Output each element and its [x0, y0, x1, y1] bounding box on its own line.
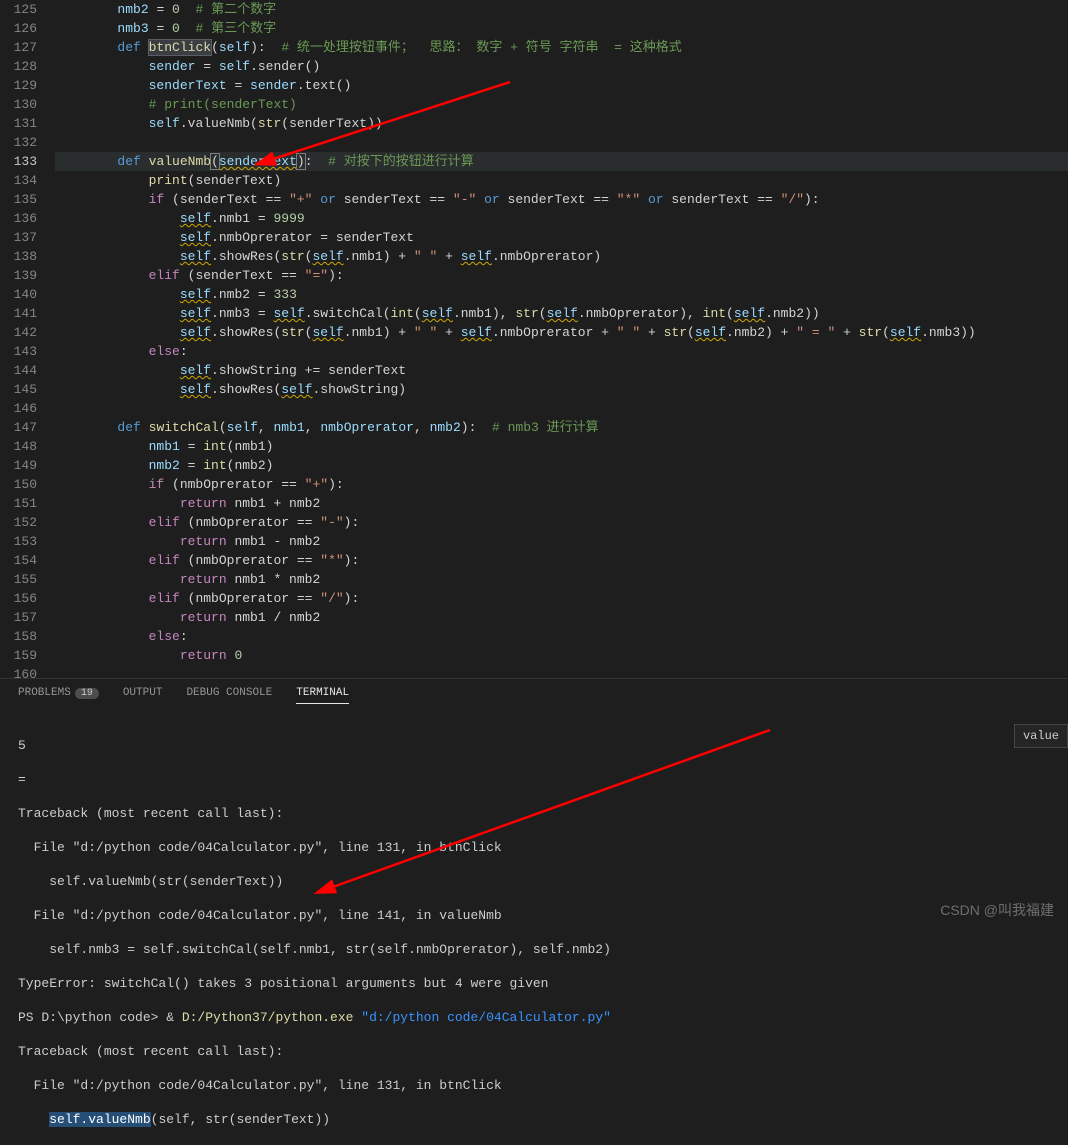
line-number-gutter: 1251261271281291301311321331341351361371… — [0, 0, 55, 678]
terminal-output[interactable]: 5 = Traceback (most recent call last): F… — [0, 712, 1068, 1145]
terminal-line: File "d:/python code/04Calculator.py", l… — [18, 839, 1050, 856]
terminal-line: Traceback (most recent call last): — [18, 1043, 1050, 1060]
intellisense-hint[interactable]: value — [1014, 724, 1068, 748]
tab-debug-console[interactable]: DEBUG CONSOLE — [186, 687, 272, 704]
code-content[interactable]: nmb2 = 0 # 第二个数字 nmb3 = 0 # 第三个数字 def bt… — [55, 0, 1068, 678]
panel-tabs: PROBLEMS19 OUTPUT DEBUG CONSOLE TERMINAL — [0, 678, 1068, 712]
terminal-line: self.valueNmb(self, str(senderText)) — [18, 1111, 1050, 1128]
terminal-line: self.valueNmb(str(senderText)) — [18, 873, 1050, 890]
watermark: CSDN @叫我福建 — [940, 900, 1054, 920]
problems-badge: 19 — [75, 688, 99, 699]
terminal-line: self.nmb3 = self.switchCal(self.nmb1, st… — [18, 941, 1050, 958]
tab-output[interactable]: OUTPUT — [123, 687, 163, 704]
editor-area[interactable]: 1251261271281291301311321331341351361371… — [0, 0, 1068, 678]
terminal-line: File "d:/python code/04Calculator.py", l… — [18, 1077, 1050, 1094]
tab-problems[interactable]: PROBLEMS19 — [18, 687, 99, 704]
tab-terminal[interactable]: TERMINAL — [296, 687, 349, 704]
terminal-line: File "d:/python code/04Calculator.py", l… — [18, 907, 1050, 924]
terminal-line: PS D:\python code> & D:/Python37/python.… — [18, 1009, 1050, 1026]
terminal-line: Traceback (most recent call last): — [18, 805, 1050, 822]
terminal-line: TypeError: switchCal() takes 3 positiona… — [18, 975, 1050, 992]
terminal-line: 5 — [18, 737, 1050, 754]
terminal-line: = — [18, 771, 1050, 788]
